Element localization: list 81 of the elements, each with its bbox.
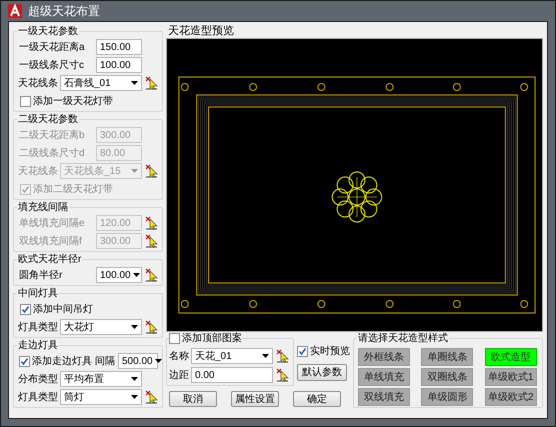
- field-label: 灯具类型: [17, 390, 58, 404]
- dropdown[interactable]: 平均布置: [60, 371, 142, 387]
- dropdown[interactable]: 天花_01: [191, 348, 273, 364]
- caret-icon: [131, 395, 138, 399]
- pick-point-button[interactable]: [275, 348, 291, 364]
- group-title: 一级天花参数: [17, 25, 79, 38]
- dropdown[interactable]: 大花灯: [60, 319, 142, 335]
- checkbox-label: 添加一级天花灯带: [33, 94, 113, 108]
- checkbox-label: 添加走边灯具: [32, 354, 92, 368]
- dropdown[interactable]: 100.00: [96, 267, 142, 283]
- field-label: 名称: [169, 350, 189, 364]
- field-label: 二级线条尺寸d: [19, 146, 85, 160]
- checkbox-label: 实时预览: [310, 344, 350, 358]
- field-label: 间隔: [95, 354, 115, 368]
- dialog-button[interactable]: 确定: [293, 391, 341, 407]
- checkbox-label: 添加中间吊灯: [33, 302, 93, 316]
- input-field[interactable]: 100.00: [96, 57, 142, 73]
- cursor-icon: [145, 164, 159, 178]
- field-label: 二级天花距离b: [19, 128, 85, 142]
- input-field[interactable]: 150.00: [96, 39, 142, 55]
- group-title: 填充线间隔: [17, 201, 69, 214]
- checkbox[interactable]: [20, 304, 31, 314]
- style-button[interactable]: 单级欧式2: [484, 388, 537, 406]
- style-button[interactable]: 单线填充: [358, 368, 410, 386]
- field-label: 边距: [169, 368, 189, 382]
- checkbox-label: 添加二级天花灯带: [33, 182, 113, 196]
- cursor-icon: [145, 320, 159, 334]
- field-label: 分布类型: [17, 372, 58, 386]
- cursor-icon: [145, 268, 159, 282]
- pick-point-button[interactable]: [144, 319, 160, 335]
- app-logo-icon: [8, 4, 22, 18]
- dropdown[interactable]: 石膏线_01: [60, 75, 142, 91]
- pick-point-button[interactable]: [144, 267, 160, 283]
- cursor-icon: [145, 390, 159, 404]
- group-title: 请选择天花造型样式: [357, 332, 449, 345]
- input-field[interactable]: 0.00: [191, 367, 273, 383]
- cursor-icon: [276, 368, 290, 382]
- group-title: 二级天花参数: [17, 113, 79, 126]
- field-label: 天花线条: [17, 76, 58, 90]
- checkbox[interactable]: [169, 333, 180, 344]
- caret-icon: [132, 273, 140, 277]
- window-title: 超级天花布置: [28, 3, 100, 20]
- group-title: 欧式天花半径r: [17, 253, 82, 266]
- group-title: 走边灯具: [17, 339, 59, 352]
- checkbox[interactable]: [297, 346, 308, 356]
- checkbox[interactable]: [20, 96, 31, 106]
- field-label: 一级天花距离a: [19, 40, 85, 54]
- caret-icon: [131, 81, 138, 85]
- style-button[interactable]: 单圈线条: [421, 348, 474, 366]
- group-title: 中间灯具: [17, 287, 59, 300]
- cursor-icon: [145, 216, 159, 230]
- style-button[interactable]: 单级圆形: [421, 388, 474, 406]
- field-label: 单线填充间隔e: [19, 216, 85, 230]
- caret-icon: [154, 359, 162, 363]
- pick-point-button[interactable]: [275, 367, 291, 383]
- dialog-button[interactable]: 属性设置: [231, 391, 279, 407]
- cursor-icon: [145, 76, 159, 90]
- default-params-button[interactable]: 默认参数: [297, 364, 347, 381]
- pick-point-button[interactable]: [144, 75, 160, 91]
- style-button[interactable]: 单级欧式1: [484, 368, 537, 386]
- style-button[interactable]: 双线填充: [358, 388, 410, 406]
- style-button[interactable]: 双圈线条: [421, 368, 474, 386]
- field-label: 一级线条尺寸c: [19, 58, 84, 72]
- checkbox[interactable]: [19, 356, 30, 366]
- field-label: 双线填充间隔f: [19, 234, 82, 248]
- cursor-icon: [145, 234, 159, 248]
- style-button[interactable]: 欧式造型: [484, 348, 537, 366]
- dialog-button[interactable]: 取消: [169, 391, 217, 407]
- checkbox-label: 添加顶部图案: [182, 332, 242, 345]
- field-label: 天花线条: [17, 164, 58, 178]
- preview-title: 天花造型预览: [167, 25, 235, 38]
- caret-icon: [262, 354, 269, 358]
- field-label: 圆角半径r: [19, 268, 62, 282]
- caret-icon: [131, 325, 138, 329]
- style-button[interactable]: 外框线条: [358, 348, 410, 366]
- caret-icon: [131, 377, 138, 381]
- field-label: 灯具类型: [17, 320, 58, 334]
- pick-point-button[interactable]: [144, 389, 160, 405]
- dropdown[interactable]: 筒灯: [60, 389, 142, 405]
- cursor-icon: [276, 349, 290, 363]
- caret-icon: [131, 169, 138, 173]
